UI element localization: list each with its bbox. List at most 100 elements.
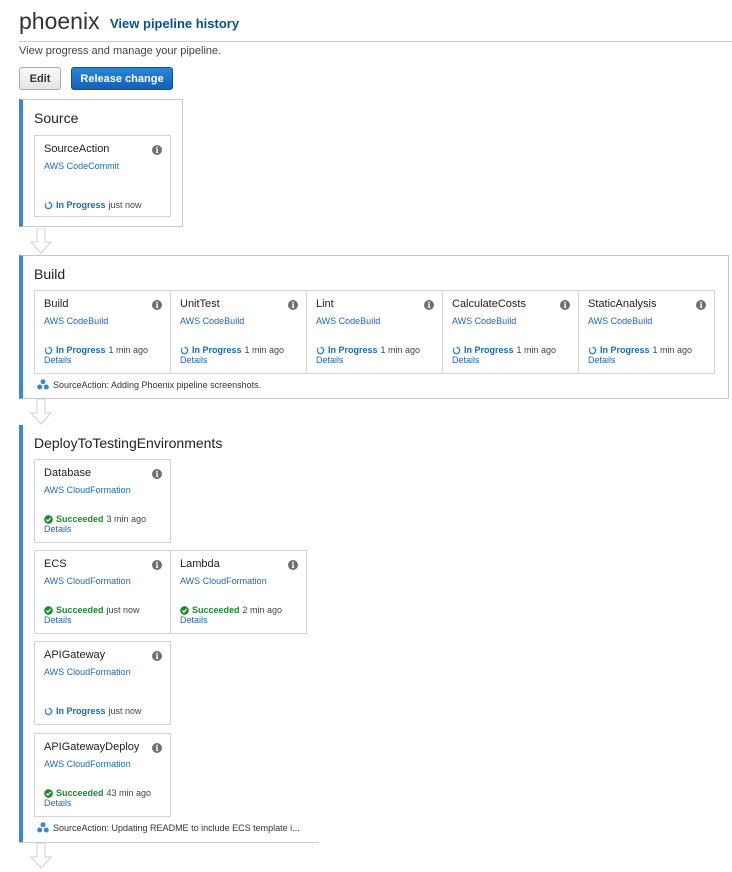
action-card-calculatecosts: CalculateCosts AWS CodeBuild i In Progre… <box>442 290 579 374</box>
status-label: In Progress <box>56 345 106 355</box>
info-icon[interactable]: i <box>560 300 570 310</box>
refresh-icon <box>180 346 189 354</box>
info-icon[interactable]: i <box>152 560 162 570</box>
action-provider-link[interactable]: AWS CodeBuild <box>452 316 516 326</box>
check-circle-icon <box>44 788 53 798</box>
action-status: In Progress 1 min ago <box>588 345 692 355</box>
action-provider-link[interactable]: AWS CloudFormation <box>44 667 131 677</box>
info-icon[interactable]: i <box>288 300 298 310</box>
down-arrow-icon <box>30 399 52 425</box>
refresh-icon <box>316 346 325 354</box>
stage-name: Source <box>34 110 79 126</box>
status-time: 1 min ago <box>380 345 421 355</box>
action-status: Succeeded just now <box>44 605 140 615</box>
status-label: In Progress <box>192 345 242 355</box>
status-label: In Progress <box>56 706 106 716</box>
pipeline-header: phoenix View pipeline history <box>19 8 732 42</box>
action-provider-link[interactable]: AWS CloudFormation <box>44 576 131 586</box>
action-provider-link[interactable]: AWS CloudFormation <box>44 759 131 769</box>
action-status: Succeeded 2 min ago <box>180 605 282 615</box>
action-status: In Progress just now <box>44 200 142 210</box>
details-link[interactable]: Details <box>180 615 208 625</box>
status-label: Succeeded <box>56 788 104 798</box>
status-label: Succeeded <box>56 605 104 615</box>
details-link[interactable]: Details <box>452 355 480 365</box>
action-card-staticanalysis: StaticAnalysis AWS CodeBuild i In Progre… <box>578 290 715 374</box>
action-name: SourceAction <box>44 143 110 155</box>
stage-name: Build <box>34 266 66 282</box>
action-provider-link[interactable]: AWS CloudFormation <box>44 485 131 495</box>
action-status: Succeeded 43 min ago <box>44 788 151 798</box>
status-time: just now <box>108 200 142 210</box>
action-name: ECS <box>44 558 67 570</box>
page-subtitle: View progress and manage your pipeline. <box>19 45 222 57</box>
check-circle-icon <box>44 605 53 615</box>
status-time: 1 min ago <box>108 345 149 355</box>
action-status: In Progress just now <box>44 706 142 716</box>
details-link[interactable]: Details <box>180 355 208 365</box>
action-status: Succeeded 3 min ago <box>44 514 146 524</box>
action-provider-link[interactable]: AWS CloudFormation <box>180 576 267 586</box>
action-provider-link[interactable]: AWS CodeBuild <box>316 316 380 326</box>
action-provider-link[interactable]: AWS CodeCommit <box>44 161 119 171</box>
action-name: CalculateCosts <box>452 298 526 310</box>
action-card-database: Database AWS CloudFormation i Succeeded … <box>34 459 171 543</box>
details-link[interactable]: Details <box>44 355 72 365</box>
action-status: In Progress 1 min ago <box>452 345 556 355</box>
info-icon[interactable]: i <box>424 300 434 310</box>
action-status: In Progress 1 min ago <box>44 345 148 355</box>
info-icon[interactable]: i <box>696 300 706 310</box>
down-arrow-icon <box>30 228 52 254</box>
action-name: Build <box>44 298 69 310</box>
stage-commit-info: SourceAction: Adding Phoenix pipeline sc… <box>37 379 261 390</box>
info-icon[interactable]: i <box>152 145 162 155</box>
stage-deploytotestingenvironments: DeployToTestingEnvironments Database AWS… <box>19 425 319 843</box>
action-name: Database <box>44 467 92 479</box>
view-pipeline-history-link[interactable]: View pipeline history <box>110 16 239 31</box>
action-name: Lint <box>316 298 334 310</box>
stage-source: Source SourceAction AWS CodeCommit i In … <box>19 99 183 227</box>
info-icon[interactable]: i <box>152 651 162 661</box>
action-provider-link[interactable]: AWS CodeBuild <box>180 316 244 326</box>
status-time: just now <box>108 706 142 716</box>
status-label: In Progress <box>328 345 378 355</box>
release-change-button[interactable]: Release change <box>71 67 173 90</box>
details-link[interactable]: Details <box>44 524 72 534</box>
check-circle-icon <box>180 605 189 615</box>
info-icon[interactable]: i <box>152 469 162 479</box>
status-label: In Progress <box>464 345 514 355</box>
stage-commit-info: SourceAction: Updating README to include… <box>37 822 300 833</box>
status-label: Succeeded <box>192 605 240 615</box>
info-icon[interactable]: i <box>152 743 162 753</box>
action-status: In Progress 1 min ago <box>316 345 420 355</box>
commit-message: SourceAction: Adding Phoenix pipeline sc… <box>53 379 262 390</box>
action-card-unittest: UnitTest AWS CodeBuild i In Progress 1 m… <box>170 290 307 374</box>
action-provider-link[interactable]: AWS CodeBuild <box>44 316 108 326</box>
action-card-apigatewaydeploy: APIGatewayDeploy AWS CloudFormation i Su… <box>34 733 171 817</box>
action-name: APIGateway <box>44 649 106 661</box>
edit-button[interactable]: Edit <box>19 67 61 90</box>
refresh-icon <box>588 346 597 354</box>
status-time: 1 min ago <box>652 345 693 355</box>
status-time: 1 min ago <box>244 345 285 355</box>
action-card-sourceaction: SourceAction AWS CodeCommit i In Progres… <box>34 135 171 217</box>
action-card-apigateway: APIGateway AWS CloudFormation i In Progr… <box>34 641 171 725</box>
status-label: In Progress <box>56 200 106 210</box>
refresh-icon <box>44 346 53 354</box>
refresh-icon <box>44 201 53 209</box>
action-card-lambda: Lambda AWS CloudFormation i Succeeded 2 … <box>170 550 307 634</box>
status-time: 2 min ago <box>242 605 283 615</box>
action-name: UnitTest <box>180 298 220 310</box>
status-label: Succeeded <box>56 514 104 524</box>
info-icon[interactable]: i <box>152 300 162 310</box>
details-link[interactable]: Details <box>588 355 616 365</box>
details-link[interactable]: Details <box>44 615 72 625</box>
action-provider-link[interactable]: AWS CodeBuild <box>588 316 652 326</box>
commit-icon <box>37 379 49 390</box>
commit-message: SourceAction: Updating README to include… <box>53 822 300 833</box>
action-card-ecs: ECS AWS CloudFormation i Succeeded just … <box>34 550 171 634</box>
info-icon[interactable]: i <box>288 560 298 570</box>
status-time: 1 min ago <box>516 345 557 355</box>
details-link[interactable]: Details <box>44 798 72 808</box>
details-link[interactable]: Details <box>316 355 344 365</box>
